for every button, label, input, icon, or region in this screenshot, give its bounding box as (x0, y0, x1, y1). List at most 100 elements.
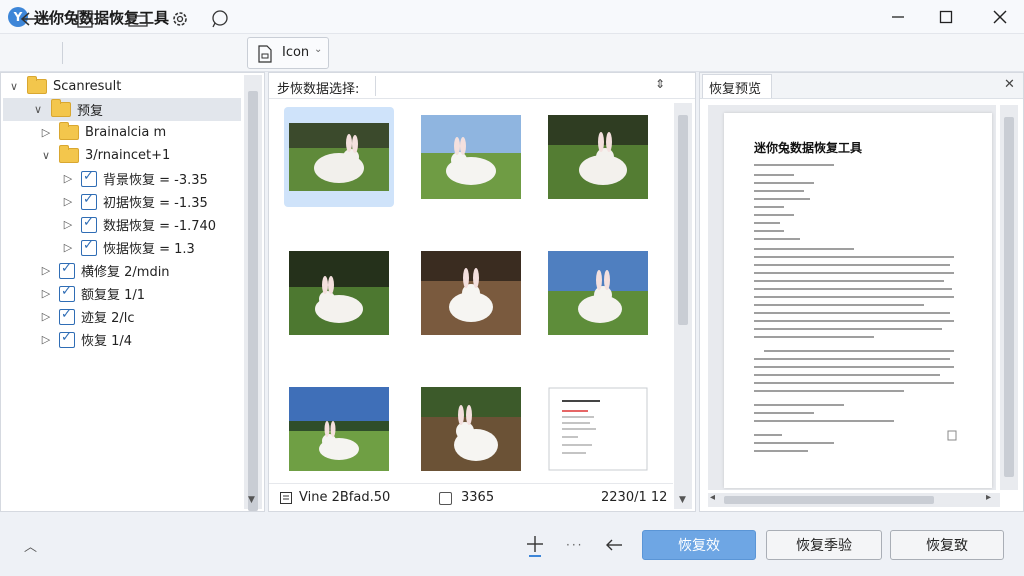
tree-expander-icon[interactable]: ▷ (39, 333, 53, 346)
tree-item[interactable]: ▷ 额复复 1/1 (3, 282, 241, 305)
tree-item[interactable]: ▷ 初据恢复 = -1.35 (3, 190, 241, 213)
preview-hscrollbar-thumb[interactable] (724, 496, 934, 504)
image-thumbnail-1[interactable] (284, 107, 394, 207)
tree-item-label: 横修复 2/mdin (81, 265, 170, 280)
document-thumbnail[interactable] (543, 379, 653, 479)
folder-icon (27, 76, 47, 94)
tree-item-checkbox[interactable] (59, 330, 75, 348)
image-thumbnail-8[interactable] (416, 379, 526, 479)
tertiary-recover-button[interactable]: 恢复致 (890, 530, 1004, 560)
tree-expander-icon[interactable]: ▷ (39, 310, 53, 323)
tree-item[interactable]: ▷ 恢复 1/4 (3, 328, 241, 351)
close-preview-icon[interactable]: ✕ (1004, 77, 1015, 92)
scroll-left-icon[interactable]: ◂ (710, 492, 715, 503)
image-thumbnail-6[interactable] (543, 243, 653, 343)
rabbit-photo-thumbnail (421, 251, 521, 335)
tab-preview[interactable]: 恢复预览 (702, 74, 772, 98)
rabbit-photo-thumbnail (289, 387, 389, 471)
tree-item-checkbox[interactable] (81, 192, 97, 210)
tree-item-checkbox[interactable] (81, 169, 97, 187)
feedback-button[interactable] (204, 6, 236, 32)
rabbit-photo-thumbnail (421, 387, 521, 471)
tree-item-label: 初据恢复 = -1.35 (103, 196, 208, 211)
status-file-info: Vine 2Bfad.50 (299, 490, 391, 505)
preview-hscrollbar[interactable]: ◂ ▸ (708, 492, 1000, 507)
header-divider (375, 76, 376, 96)
back-arrow-icon (20, 12, 51, 26)
image-thumbnail-5[interactable] (416, 243, 526, 343)
toolbar-divider (62, 42, 63, 64)
document-menu-button[interactable] (72, 6, 112, 32)
tree-item-checkbox[interactable] (59, 261, 75, 279)
folder-icon (128, 13, 148, 27)
tree-expander-icon[interactable]: ∨ (7, 80, 21, 93)
tree-item-label: 3/rnaincet+1 (85, 148, 171, 163)
maximize-button[interactable] (928, 4, 964, 30)
recover-button[interactable]: 恢复效 (642, 530, 756, 560)
rabbit-photo-thumbnail (289, 251, 389, 335)
status-size: 2230/1 12 (601, 490, 668, 505)
grid-scrollbar-thumb[interactable] (678, 115, 688, 325)
close-button[interactable] (982, 4, 1018, 30)
add-button[interactable] (525, 532, 545, 558)
tree-item-label: 迹复 2/lc (81, 311, 135, 326)
tree-scrollbar-thumb[interactable] (248, 91, 258, 511)
preview-scrollbar[interactable] (1000, 105, 1018, 490)
preview-scrollbar-thumb[interactable] (1004, 117, 1014, 477)
image-thumbnail-3[interactable] (543, 107, 653, 207)
tree-item-checkbox[interactable] (81, 215, 97, 233)
tree-item[interactable]: ▷ 背景恢复 = -3.35 (3, 167, 241, 190)
folder-icon (59, 145, 79, 163)
settings-button[interactable] (164, 6, 196, 32)
tree-item-label: 额复复 1/1 (81, 288, 146, 303)
open-folder-button[interactable] (122, 6, 154, 32)
tree-expander-icon[interactable]: ▷ (61, 218, 75, 231)
status-count: 3365 (461, 490, 495, 505)
tree-expander-icon[interactable]: ∨ (39, 149, 53, 162)
tree-item[interactable]: ∨ Scanresult (3, 75, 241, 98)
tree-item-label: 恢复 1/4 (81, 334, 133, 349)
tree-item[interactable]: ▷ 数据恢复 = -1.740 (3, 213, 241, 236)
tree-item[interactable]: ▷ 横修复 2/mdin (3, 259, 241, 282)
secondary-recover-button[interactable]: 恢复季验 (766, 530, 882, 560)
image-thumbnail-2[interactable] (416, 107, 526, 207)
rabbit-photo-thumbnail (421, 115, 521, 199)
tree-item-checkbox[interactable] (81, 238, 97, 256)
tree-expander-icon[interactable]: ∨ (31, 103, 45, 116)
preview-document-page: 迷你兔数据恢复工具 (724, 113, 992, 488)
select-all-checkbox[interactable] (439, 492, 452, 505)
tab-preview-label: 恢复预览 (709, 82, 762, 97)
collapse-up-icon[interactable]: ︿ (24, 536, 37, 555)
image-thumbnail-7[interactable] (284, 379, 394, 479)
tree-item[interactable]: ▷ 迹复 2/lc (3, 305, 241, 328)
image-thumbnail-4[interactable] (284, 243, 394, 343)
grid-scrollbar[interactable]: ▼ (674, 103, 692, 509)
tree-scrollbar[interactable]: ▼ (244, 75, 262, 511)
tree-expander-icon[interactable]: ▷ (39, 264, 53, 277)
scroll-down-icon[interactable]: ▼ (248, 495, 255, 505)
folder-icon (59, 122, 79, 140)
view-mode-dropdown[interactable]: Icon ⌄ (247, 37, 329, 69)
folder-tree: ∨ Scanresult ∨ 预复 ▷ Brainalcia m ∨ 3/rnaincet+1… (3, 75, 241, 351)
tree-expander-icon[interactable]: ▷ (61, 195, 75, 208)
toolbar (0, 34, 1024, 72)
tree-item-label: Brainalcia m (85, 125, 167, 140)
tree-expander-icon[interactable]: ▷ (39, 126, 53, 139)
tree-item[interactable]: ▷ 恢据恢复 = 1.3 (3, 236, 241, 259)
previous-button[interactable] (604, 536, 624, 554)
tree-item[interactable]: ∨ 3/rnaincet+1 (3, 144, 241, 167)
back-button[interactable] (16, 6, 56, 32)
tree-item[interactable]: ▷ Brainalcia m (3, 121, 241, 144)
tree-expander-icon[interactable]: ▷ (61, 172, 75, 185)
tree-item[interactable]: ∨ 预复 (3, 98, 241, 121)
minimize-button[interactable] (880, 4, 916, 30)
tree-item-checkbox[interactable] (59, 307, 75, 325)
scroll-right-icon[interactable]: ▸ (986, 492, 991, 503)
tree-item-label: Scanresult (53, 79, 122, 94)
sort-icon[interactable]: ⇕ (655, 77, 665, 91)
tree-item-checkbox[interactable] (59, 284, 75, 302)
tree-expander-icon[interactable]: ▷ (39, 287, 53, 300)
more-options-icon[interactable]: ··· (566, 538, 583, 552)
scroll-down-icon[interactable]: ▼ (679, 495, 686, 505)
tree-expander-icon[interactable]: ▷ (61, 241, 75, 254)
